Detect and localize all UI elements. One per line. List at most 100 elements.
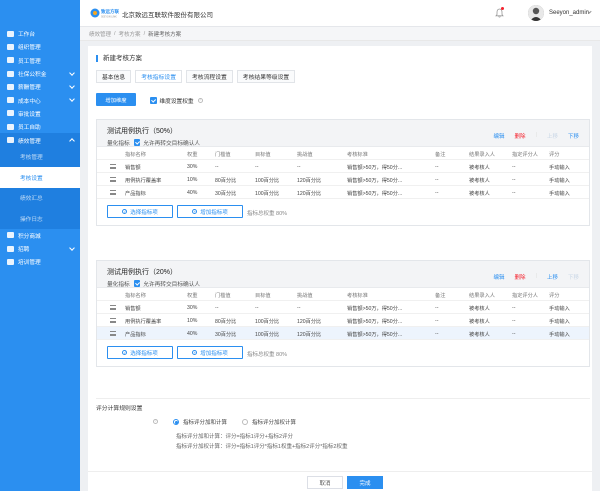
dimension-weight-checkbox[interactable]: 维度设置权重 ? (150, 96, 203, 105)
radio-sum[interactable]: 指标评分加和计算 (173, 418, 227, 426)
tab-basic-info[interactable]: 基本信息 (96, 70, 132, 83)
table-row[interactable]: 销售额 30% -- -- -- 销售额>50万，得50分... -- 被考核人 -- 手动输入 (97, 301, 589, 314)
formula-weighted: 指标评分加权计算：评分=指标1评分*指标1权重+指标2评分*指标2权重 (176, 444, 348, 450)
delete-button[interactable]: 删除 (515, 132, 526, 140)
table-row[interactable]: 产品指标 40% 30百分比 100百分比 120百分比 销售额>50万，得50分... -… (97, 186, 589, 199)
sidebar-sub-assessment-management[interactable]: 考核管理 (0, 146, 80, 168)
avatar[interactable] (528, 5, 544, 21)
cell: 手动输入 (549, 332, 570, 338)
info-icon[interactable]: ? (197, 98, 203, 103)
done-button[interactable]: 完成 (347, 476, 383, 489)
sidebar-item-label: 员工自助 (18, 125, 41, 132)
avatar-image (528, 5, 544, 21)
group-header: 测试用例执行（50%） 量化指标 允许再转交目标确认人 编辑 删除 | 上移 下… (97, 120, 589, 147)
breadcrumb-item[interactable]: 考核方案 (119, 30, 141, 38)
drag-handle-icon[interactable] (110, 164, 116, 169)
approval-icon (7, 110, 14, 117)
cell: -- (255, 305, 259, 311)
sidebar-sub-label: 考核管理 (20, 155, 43, 162)
button-label: 选择指标项 (130, 209, 158, 216)
sidebar-item-performance[interactable]: 绩效管理 (0, 133, 80, 147)
move-down-button[interactable]: 下移 (568, 132, 579, 140)
help-icon[interactable]: ? (153, 419, 158, 424)
table-row[interactable]: 用例执行覆盖率 10% 80百分比 100百分比 120百分比 销售额>50万，得50分.… (97, 173, 589, 186)
sidebar-item-label: 工作台 (18, 32, 36, 39)
cell: 100百分比 (255, 332, 280, 338)
cell: 手动输入 (549, 165, 570, 171)
cell: -- (435, 177, 439, 183)
drag-handle-icon[interactable] (110, 177, 116, 182)
drag-handle-icon[interactable] (110, 318, 116, 323)
cell: -- (435, 190, 439, 196)
checkbox-checked-icon[interactable] (150, 97, 157, 104)
sidebar-item-label: 绩效管理 (18, 138, 41, 145)
sidebar-item-approval[interactable]: 审批设置 (0, 107, 80, 120)
cell: 销售额>50万，得50分... (347, 332, 403, 338)
cell: 产品指标 (125, 332, 146, 338)
tab-result-level-settings[interactable]: 考核结果等级设置 (236, 70, 296, 83)
add-dimension-button[interactable]: 增加维度 (96, 93, 136, 106)
radio-label: 指标评分加和计算 (183, 420, 228, 426)
cell: -- (297, 164, 301, 170)
sidebar-sub-performance-summary[interactable]: 绩效汇总 (0, 187, 80, 209)
drag-handle-icon[interactable] (110, 190, 116, 195)
radio-weighted[interactable]: 指标评分加权计算 (242, 418, 296, 426)
total-weight: 指标总权重 80% (247, 211, 288, 217)
cell: -- (215, 164, 219, 170)
checkbox-checked-icon[interactable] (133, 280, 141, 287)
notification-dot (501, 7, 504, 10)
sidebar-item-points-mall[interactable]: 积分商城 (0, 229, 80, 242)
breadcrumb-sep: / (143, 30, 146, 37)
cell: 手动输入 (549, 178, 570, 184)
sidebar-sub-label: 操作日志 (20, 216, 43, 223)
sidebar-item-self-service[interactable]: 员工自助 (0, 120, 80, 133)
sidebar-item-label: 薪酬管理 (18, 85, 41, 92)
cell: -- (435, 331, 439, 337)
dimension-group: 测试用例执行（20%） 量化指标 允许再转交目标确认人 编辑 删除 | 上移 下… (96, 260, 590, 367)
table-row[interactable]: 用例执行覆盖率 10% 80百分比 100百分比 120百分比 销售额>50万，得50分.… (97, 314, 589, 327)
radio-unchecked-icon[interactable] (242, 419, 248, 425)
radio-checked-icon[interactable] (173, 419, 179, 425)
delete-button[interactable]: 删除 (515, 273, 526, 281)
edit-button[interactable]: 编辑 (494, 273, 505, 281)
sidebar-sub-assessment-settings[interactable]: 考核设置 (0, 167, 80, 188)
breadcrumb-item[interactable]: 绩效管理 (89, 30, 111, 38)
edit-button[interactable]: 编辑 (494, 132, 505, 140)
move-up-button[interactable]: 上移 (547, 132, 558, 140)
cost-icon (7, 97, 14, 104)
add-indicator-button[interactable]: + 增加指标项 (177, 346, 243, 359)
drag-handle-icon[interactable] (110, 331, 116, 336)
sidebar-item-label: 培训管理 (18, 260, 41, 267)
sidebar-item-label: 员工管理 (18, 58, 41, 65)
sidebar-item-employees[interactable]: 员工管理 (0, 54, 80, 67)
cell: 销售额 (125, 165, 141, 171)
table-row[interactable]: 销售额 30% -- -- -- 销售额>50万，得50分... -- 被考核人 -- 手动输入 (97, 160, 589, 173)
sidebar-item-organization[interactable]: 组织管理 (0, 40, 80, 53)
sidebar-item-workbench[interactable]: 工作台 (0, 27, 80, 40)
column-header: 指定评分人 (512, 293, 538, 299)
move-down-button[interactable]: 下移 (568, 273, 579, 281)
tab-indicator-settings[interactable]: 考核指标设置 (135, 70, 182, 83)
sidebar-sub-operation-log[interactable]: 操作日志 (0, 208, 80, 229)
sidebar-item-label: 组织管理 (18, 45, 41, 52)
add-indicator-button[interactable]: + 增加指标项 (177, 205, 243, 218)
sidebar-item-salary[interactable]: 薪酬管理 (0, 80, 80, 93)
sidebar-item-training[interactable]: 培训管理 (0, 255, 80, 268)
chevron-down-icon (69, 70, 75, 76)
choose-indicator-button[interactable]: ✓ 选择指标项 (107, 205, 173, 218)
table-row-highlighted[interactable]: 产品指标 40% 30百分比 100百分比 120百分比 销售额>50万，得50分... -… (97, 327, 589, 340)
chevron-down-icon[interactable] (587, 9, 592, 14)
sidebar-item-social-security[interactable]: 社保公积金 (0, 67, 80, 80)
checkbox-checked-icon[interactable] (133, 139, 141, 146)
column-header: 考核标准 (347, 152, 368, 158)
drag-handle-icon[interactable] (110, 305, 116, 310)
performance-icon (7, 137, 14, 144)
move-up-button[interactable]: 上移 (547, 273, 558, 281)
sidebar-item-cost-center[interactable]: 成本中心 (0, 93, 80, 106)
tab-flow-settings[interactable]: 考核流程设置 (186, 70, 233, 83)
choose-indicator-button[interactable]: ✓ 选择指标项 (107, 346, 173, 359)
username[interactable]: Seeyon_admin (549, 10, 589, 16)
cancel-button[interactable]: 取消 (307, 476, 343, 489)
check-circle-icon: ✓ (122, 209, 128, 214)
sidebar-item-recruitment[interactable]: 招聘 (0, 242, 80, 255)
